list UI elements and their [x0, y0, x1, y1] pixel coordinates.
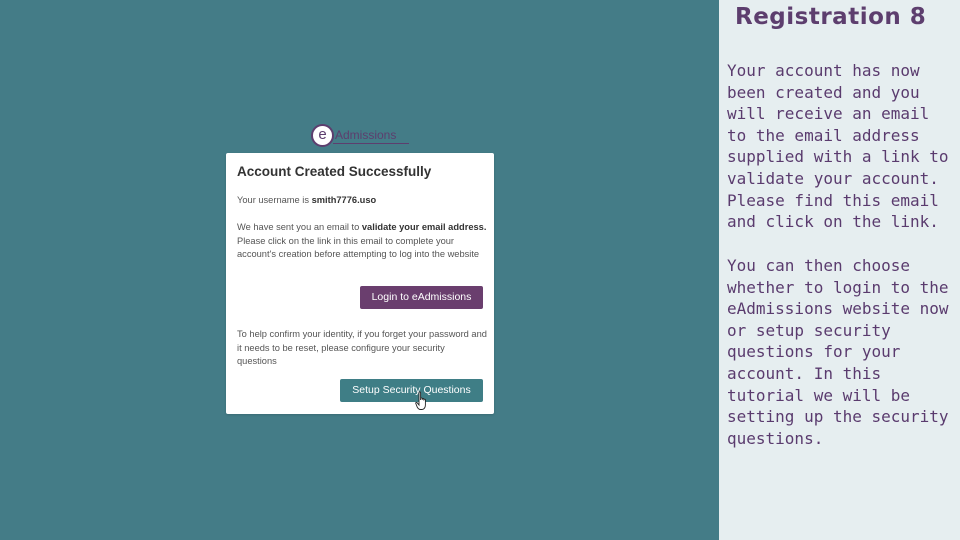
logo-text: Admissions	[335, 128, 397, 142]
logo-e-icon: e	[311, 124, 334, 147]
security-message: To help confirm your identity, if you fo…	[237, 329, 487, 366]
logo-underline	[333, 143, 409, 144]
screenshot-panel: e Admissions Account Created Successfull…	[0, 0, 719, 540]
slide-title: Registration 8	[735, 4, 927, 30]
account-created-dialog: Account Created Successfully Your userna…	[226, 153, 494, 414]
validate-message: We have sent you an email to validate yo…	[237, 221, 487, 262]
hand-pointer-icon	[415, 391, 426, 410]
instruction-paragraph-1: Your account has now been created and yo…	[727, 61, 949, 232]
validate-pre: We have sent you an email to	[237, 222, 362, 232]
eadmissions-logo: e Admissions	[311, 124, 421, 148]
setup-security-questions-button[interactable]: Setup Security Questions	[340, 379, 483, 402]
dialog-title: Account Created Successfully	[237, 164, 432, 179]
username-prefix: Your username is	[237, 195, 312, 205]
login-button[interactable]: Login to eAdmissions	[360, 286, 483, 309]
validate-post: Please click on the link in this email t…	[237, 235, 480, 260]
instruction-paragraph-2: You can then choose whether to login to …	[727, 256, 949, 448]
username-line: Your username is smith7776.uso	[237, 194, 487, 208]
username-value: smith7776.uso	[311, 195, 377, 205]
validate-bold: validate your email address.	[361, 222, 487, 232]
